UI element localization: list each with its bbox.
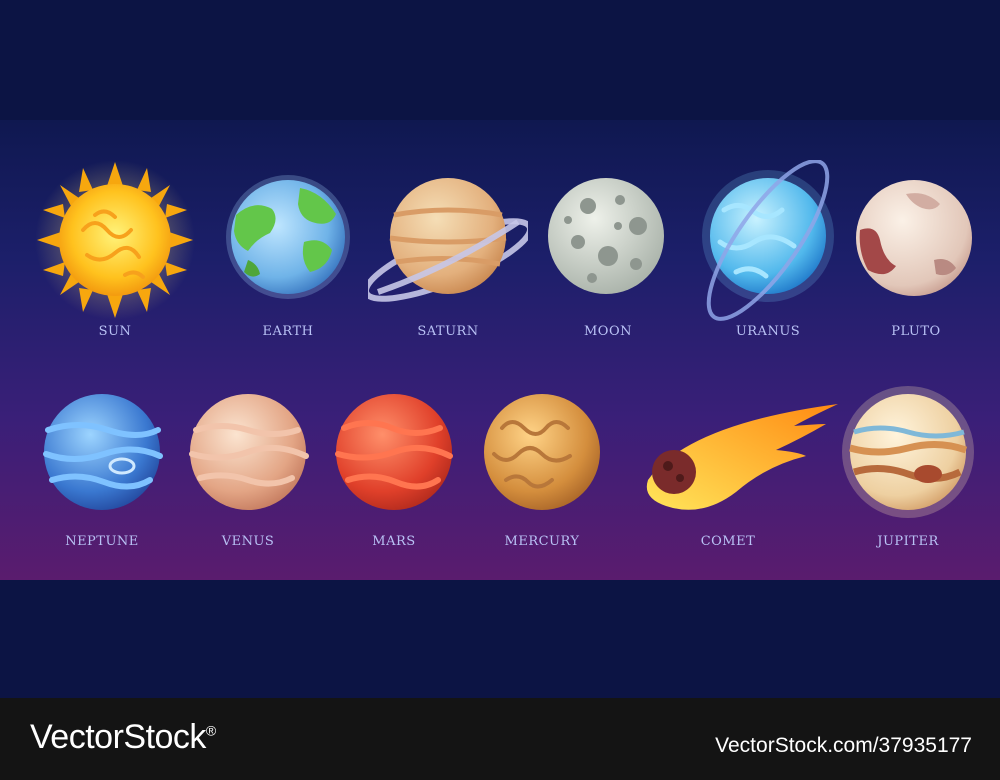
sun-label: SUN xyxy=(98,324,132,339)
neptune-label: NEPTUNE xyxy=(65,534,139,549)
venus-label: VENUS xyxy=(221,534,275,549)
pluto-label: PLUTO xyxy=(891,324,941,339)
vectorstock-logo: VectorStock® xyxy=(30,718,216,757)
stock-id: VectorStock.com/37935177 xyxy=(715,734,972,757)
jupiter: JUPITER xyxy=(828,370,988,570)
jupiter-label: JUPITER xyxy=(877,534,939,549)
jupiter-icon xyxy=(842,386,974,518)
top-band xyxy=(0,0,1000,120)
saturn: SATURN xyxy=(368,160,528,360)
bottom-band xyxy=(0,580,1000,698)
neptune-icon xyxy=(43,394,163,510)
mercury-label: MERCURY xyxy=(504,534,580,549)
sun-icon xyxy=(35,160,195,320)
saturn-icon xyxy=(368,178,528,302)
comet: COMET xyxy=(628,370,848,570)
brand-name: VectorStock xyxy=(30,718,206,756)
pluto-icon xyxy=(856,180,972,296)
uranus: URANUS xyxy=(688,160,848,360)
venus-icon xyxy=(189,394,309,510)
saturn-label: SATURN xyxy=(417,324,479,339)
earth: EARTH xyxy=(208,160,368,360)
mars-label: MARS xyxy=(372,534,416,549)
uranus-icon xyxy=(702,160,834,321)
earth-label: EARTH xyxy=(262,324,314,339)
neptune: NEPTUNE xyxy=(22,370,182,570)
uranus-label: URANUS xyxy=(735,324,801,339)
pluto: PLUTO xyxy=(836,160,996,360)
sun: SUN xyxy=(35,160,195,360)
mars: MARS xyxy=(314,370,474,570)
comet-icon xyxy=(646,404,838,510)
moon-label: MOON xyxy=(583,324,632,339)
mercury-icon xyxy=(484,394,600,510)
registered-mark: ® xyxy=(205,722,216,739)
mercury: MERCURY xyxy=(462,370,622,570)
venus: VENUS xyxy=(168,370,328,570)
moon: MOON xyxy=(528,160,688,360)
mars-icon xyxy=(335,394,453,510)
earth-icon xyxy=(226,175,350,299)
comet-label: COMET xyxy=(700,534,756,549)
moon-icon xyxy=(548,178,664,294)
